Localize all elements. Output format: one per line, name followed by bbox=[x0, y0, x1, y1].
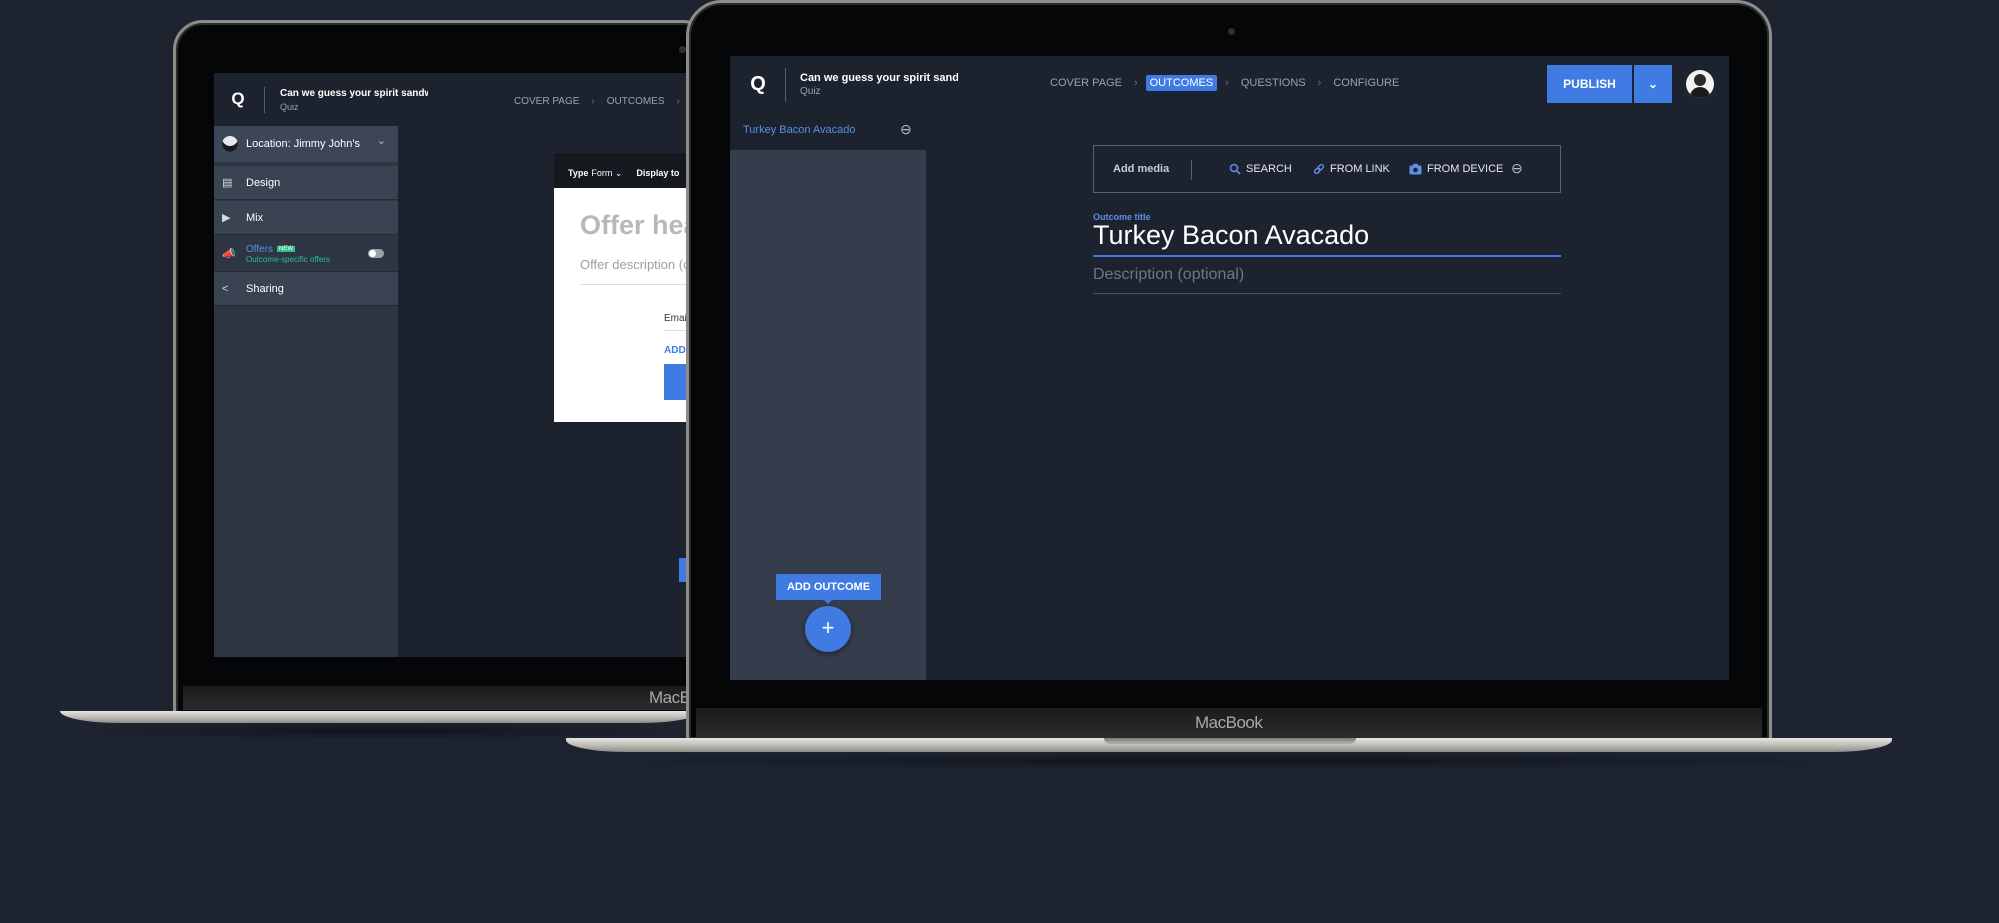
logo-icon[interactable]: Q bbox=[748, 74, 768, 94]
chevron-down-icon: ⌄ bbox=[1647, 77, 1659, 91]
type-label: Type bbox=[568, 168, 589, 178]
menu-item-label: Design bbox=[246, 176, 281, 189]
offer-heading[interactable]: Offer headline bbox=[580, 210, 694, 241]
location-label: Location: Jimmy John's bbox=[246, 138, 360, 150]
type-select[interactable]: Form ⌄ bbox=[591, 168, 622, 179]
back-steps-nav: COVER PAGE › OUTCOMES › bbox=[510, 94, 688, 109]
menu-item-offers[interactable]: 📣 Offers NEW Outcome-specific offers bbox=[214, 236, 398, 272]
publish-button[interactable]: PUBLISH bbox=[1547, 65, 1632, 103]
outcome-list-item[interactable]: Turkey Bacon Avacado ⊖ bbox=[730, 114, 926, 148]
outcomes-sidebar: ADD OUTCOME + bbox=[730, 150, 926, 680]
menu-item-label: Sharing bbox=[246, 282, 284, 295]
search-media-button[interactable]: SEARCH bbox=[1229, 163, 1292, 175]
quiz-type: Quiz bbox=[800, 86, 821, 97]
menu-item-sharing[interactable]: < Sharing bbox=[214, 272, 398, 306]
step-cover-page[interactable]: COVER PAGE bbox=[1046, 75, 1126, 91]
new-badge: NEW bbox=[277, 246, 296, 252]
menu-item-sublabel: Outcome-specific offers bbox=[246, 254, 330, 264]
display-label: Display to bbox=[636, 168, 680, 178]
back-chevron-icon: › bbox=[676, 96, 680, 107]
back-camera bbox=[679, 46, 686, 53]
from-link-button[interactable]: FROM LINK bbox=[1313, 163, 1390, 175]
front-brand: MacBook bbox=[1195, 713, 1263, 732]
back-chevron-icon: › bbox=[591, 96, 595, 107]
add-media-panel: Add media SEARCH FROM LINK FROM DEVICE ⊖ bbox=[1093, 145, 1561, 193]
quiz-title[interactable]: Can we guess your spirit sandwich bbox=[800, 72, 958, 84]
back-quiz-type: Quiz bbox=[280, 102, 299, 112]
chevron-right-icon: › bbox=[1317, 77, 1322, 89]
outcome-list-label: Turkey Bacon Avacado bbox=[743, 124, 856, 136]
step-outcomes[interactable]: OUTCOMES bbox=[1145, 75, 1218, 91]
offer-card: Offer headline Offer description (option… bbox=[554, 188, 694, 422]
steps-nav: COVER PAGE › OUTCOMES › QUESTIONS › CONF… bbox=[1046, 75, 1403, 91]
back-chin: MacBook bbox=[183, 686, 717, 710]
offer-toolbar: Type Form ⌄ Display to bbox=[554, 153, 694, 193]
share-icon: < bbox=[222, 282, 229, 295]
collapse-icon[interactable]: ⊖ bbox=[900, 121, 912, 138]
description-input[interactable]: Description (optional) bbox=[1093, 266, 1244, 284]
back-step-outcomes[interactable]: OUTCOMES bbox=[603, 94, 669, 109]
menu-item-label: Offers bbox=[246, 243, 274, 255]
front-chin: MacBook bbox=[696, 708, 1762, 738]
back-step-cover[interactable]: COVER PAGE bbox=[510, 94, 583, 109]
design-icon: ▤ bbox=[222, 177, 233, 189]
back-screen: Q Can we guess your spirit sandwich Quiz… bbox=[214, 73, 694, 657]
publish-options-button[interactable]: ⌄ bbox=[1634, 65, 1672, 103]
avatar[interactable] bbox=[1686, 70, 1714, 98]
back-base bbox=[60, 711, 700, 723]
plus-icon: + bbox=[821, 615, 835, 640]
location-select[interactable]: Location: Jimmy John's ⌄ bbox=[214, 126, 398, 162]
chevron-right-icon: › bbox=[1133, 77, 1138, 89]
offer-description[interactable]: Offer description (optional) bbox=[580, 257, 694, 272]
add-outcome-button[interactable]: + bbox=[805, 606, 851, 652]
offers-toggle[interactable] bbox=[368, 249, 384, 258]
collapse-icon[interactable]: ⊖ bbox=[1511, 160, 1523, 177]
front-screen: Q Can we guess your spirit sandwich Quiz… bbox=[730, 56, 1729, 680]
back-quiz-title: Can we guess your spirit sandwich bbox=[280, 88, 428, 99]
add-media-label: Add media bbox=[1113, 163, 1170, 175]
link-icon bbox=[1313, 163, 1325, 175]
menu-item-mix[interactable]: ▶ Mix bbox=[214, 201, 398, 235]
outcome-title-input[interactable]: Turkey Bacon Avacado bbox=[1093, 220, 1369, 251]
menu-item-label: Mix bbox=[246, 211, 264, 224]
front-camera bbox=[1228, 28, 1235, 35]
from-device-button[interactable]: FROM DEVICE bbox=[1409, 163, 1503, 175]
step-questions[interactable]: QUESTIONS bbox=[1237, 75, 1310, 91]
back-sidebar: Location: Jimmy John's ⌄ ▤ Design ▶ Mix … bbox=[214, 126, 398, 657]
camera-icon bbox=[1409, 163, 1422, 175]
add-outcome-tooltip: ADD OUTCOME bbox=[776, 574, 881, 600]
chevron-down-icon: ⌄ bbox=[376, 135, 386, 147]
play-icon: ▶ bbox=[222, 212, 231, 224]
chevron-right-icon: › bbox=[1225, 77, 1229, 89]
megaphone-icon: 📣 bbox=[222, 248, 236, 260]
step-configure[interactable]: CONFIGURE bbox=[1329, 75, 1403, 91]
avatar bbox=[222, 136, 238, 152]
search-icon bbox=[1229, 163, 1241, 175]
back-app: Q Can we guess your spirit sandwich Quiz… bbox=[214, 73, 694, 657]
menu-item-design[interactable]: ▤ Design bbox=[214, 166, 398, 200]
front-base-notch bbox=[1104, 738, 1356, 744]
front-app: Q Can we guess your spirit sandwich Quiz… bbox=[730, 56, 1729, 680]
back-logo-icon: Q bbox=[231, 89, 245, 108]
